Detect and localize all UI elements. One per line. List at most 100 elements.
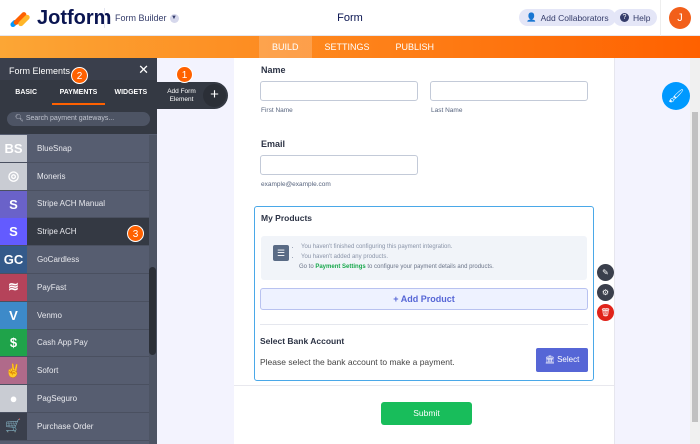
gateway-logo-icon: ◎: [0, 162, 27, 190]
payment-list: BS BlueSnap ◎ Moneris S Stripe ACH Manual S Str…: [0, 134, 149, 441]
email-input[interactable]: [260, 155, 418, 175]
help-icon: ?: [620, 13, 629, 22]
last-name-input[interactable]: [430, 81, 588, 101]
tab-settings[interactable]: SETTINGS: [312, 36, 383, 58]
add-form-element-button[interactable]: Add Form Element +: [157, 82, 228, 109]
payment-item-label: BlueSnap: [37, 143, 72, 153]
payment-item[interactable]: S Stripe ACH Manual: [0, 190, 149, 219]
panel-title: Form Elements: [9, 66, 71, 76]
jotform-logo-icon: [9, 9, 32, 29]
select-bank-button[interactable]: 🏛︎ Select: [536, 348, 588, 372]
add-collaborators-button[interactable]: 👤 Add Collaborators: [519, 9, 616, 26]
gateway-logo-icon: S: [0, 218, 27, 246]
select-label: Select: [557, 355, 580, 364]
payment-item-label: Moneris: [37, 171, 66, 181]
payment-settings-link[interactable]: Payment Settings: [315, 264, 365, 270]
form-builder-label: Form Builder: [115, 13, 167, 23]
divider: [660, 0, 661, 36]
bank-text: Please select the bank account to make a…: [260, 357, 455, 367]
jotform-logo[interactable]: Jotform: [9, 7, 112, 30]
first-name-input[interactable]: [260, 81, 418, 101]
divider: [104, 8, 105, 28]
tab-build[interactable]: BUILD: [259, 36, 312, 58]
divider: [260, 324, 588, 325]
tab-basic[interactable]: BASIC: [0, 80, 52, 105]
submit-button[interactable]: Submit: [381, 402, 472, 425]
form-canvas: Name First Name Last Name Email example@…: [234, 58, 614, 444]
name-label: Name: [261, 65, 286, 75]
help-label: Help: [633, 12, 651, 23]
payment-item-label: Stripe ACH: [37, 227, 77, 237]
edit-wand-icon[interactable]: ✎: [597, 264, 614, 281]
gateway-logo-icon: ●: [0, 385, 27, 413]
payment-item-label: Sofort: [37, 366, 59, 376]
form-builder-dropdown[interactable]: Form Builder ▼: [115, 13, 179, 23]
user-icon: 👤: [526, 12, 537, 22]
gateway-logo-icon: BS: [0, 134, 27, 162]
list-icon: ☰: [273, 245, 289, 261]
payment-item-label: PayFast: [37, 282, 67, 292]
gateway-logo-icon: GC: [0, 246, 27, 274]
avatar[interactable]: J: [669, 7, 691, 29]
email-label: Email: [261, 139, 286, 149]
last-name-sublabel: Last Name: [431, 107, 463, 114]
payment-item[interactable]: ● PagSeguro: [0, 385, 149, 413]
payment-item[interactable]: BS BlueSnap: [0, 134, 149, 163]
divider: [234, 385, 614, 386]
logo-text: Jotform: [37, 7, 112, 29]
payment-item[interactable]: 🛒 Purchase Order: [0, 412, 149, 441]
email-sublabel: example@example.com: [261, 181, 331, 188]
gateway-logo-icon: S: [0, 190, 27, 218]
payment-item[interactable]: $ Cash App Pay: [0, 329, 149, 358]
right-gutter: [614, 58, 690, 444]
trash-icon[interactable]: 🗑︎: [597, 304, 614, 321]
collab-label: Add Collaborators: [540, 12, 609, 23]
chevron-down-icon: ▼: [169, 13, 179, 23]
form-elements-panel: Form Elements ✕ BASIC PAYMENTS WIDGETS 🔍︎…: [0, 58, 157, 444]
step-badge-1: 1: [176, 66, 193, 83]
gateway-logo-icon: $: [0, 329, 27, 357]
tab-widgets[interactable]: WIDGETS: [105, 80, 157, 105]
tab-publish[interactable]: PUBLISH: [383, 36, 448, 58]
gateway-logo-icon: ≋: [0, 273, 27, 301]
products-title: My Products: [261, 213, 313, 223]
payment-item-label: GoCardless: [37, 255, 80, 265]
gateway-logo-icon: 🛒: [0, 412, 27, 440]
header: Jotform Form Builder ▼ Form 👤 Add Collabor…: [0, 0, 700, 36]
bank-icon: 🏛︎: [544, 355, 558, 364]
search-input[interactable]: 🔍︎ Search payment gateways...: [7, 112, 150, 126]
payment-item[interactable]: GC GoCardless: [0, 246, 149, 274]
notice-bullet: You haven't added any products.: [301, 252, 452, 262]
notice-text: Go to: [299, 264, 316, 270]
payment-field[interactable]: My Products ☰ You haven't finished confi…: [254, 206, 594, 381]
payment-item-label: Stripe ACH Manual: [37, 199, 106, 209]
add-label-1: Add Form: [167, 88, 196, 95]
payment-item-label: Purchase Order: [37, 421, 94, 431]
step-badge-3: 3: [127, 225, 144, 242]
paint-roller-icon[interactable]: 🖌︎: [662, 82, 690, 110]
payment-notice: ☰ You haven't finished configuring this …: [261, 236, 587, 280]
notice-bullet: You haven't finished configuring this pa…: [301, 242, 452, 252]
help-button[interactable]: ? Help: [613, 9, 658, 26]
notice-text: to configure your payment details and pr…: [365, 264, 494, 270]
search-placeholder: Search payment gateways...: [25, 115, 115, 122]
add-product-button[interactable]: + Add Product: [260, 288, 588, 310]
add-label-2: Element: [169, 96, 194, 103]
payment-item[interactable]: ≋ PayFast: [0, 273, 149, 302]
scrollbar-thumb[interactable]: [149, 267, 156, 355]
payment-item-label: PagSeguro: [37, 394, 78, 404]
step-badge-2: 2: [71, 67, 88, 84]
gear-icon[interactable]: ⚙: [597, 284, 614, 301]
payment-item-label: Venmo: [37, 310, 62, 320]
scrollbar-thumb[interactable]: [692, 112, 698, 422]
payment-item[interactable]: ✌ Sofort: [0, 357, 149, 386]
gateway-logo-icon: ✌: [0, 357, 27, 385]
gateway-logo-icon: V: [0, 301, 27, 329]
payment-item-label: Cash App Pay: [37, 338, 88, 348]
close-icon[interactable]: ✕: [138, 62, 149, 78]
builder-tabs: BUILD SETTINGS PUBLISH: [259, 36, 447, 58]
first-name-sublabel: First Name: [261, 107, 293, 114]
bank-title: Select Bank Account: [260, 336, 345, 346]
payment-item[interactable]: ◎ Moneris: [0, 162, 149, 191]
payment-item[interactable]: V Venmo: [0, 301, 149, 330]
